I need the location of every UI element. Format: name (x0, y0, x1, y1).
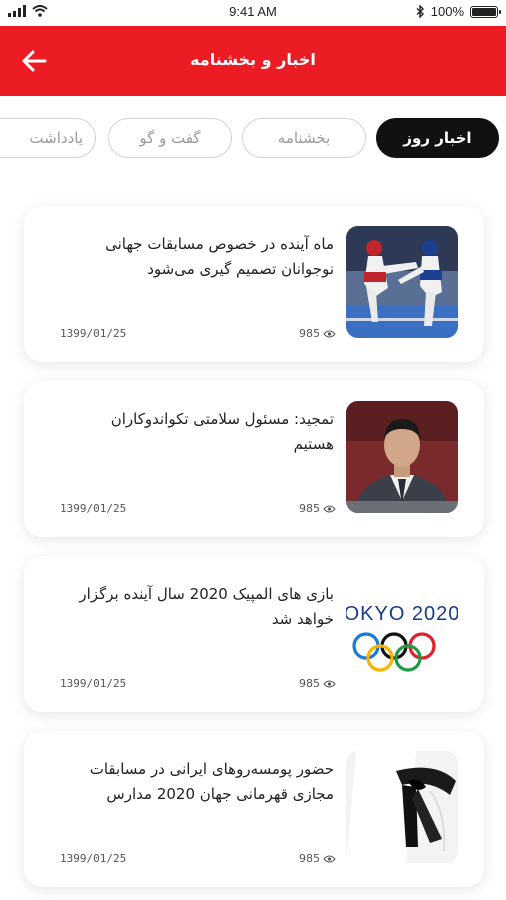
view-count: 985 (299, 677, 336, 690)
news-card[interactable]: تمجید: مسئول سلامتی تکواندوکاران هستیم 9… (24, 381, 484, 537)
status-bar: 9:41 AM 100% (0, 0, 506, 26)
status-right: 100% (416, 4, 501, 19)
view-count-value: 985 (299, 852, 320, 865)
eye-icon (323, 505, 336, 512)
bluetooth-icon (416, 5, 424, 18)
eye-icon (323, 855, 336, 862)
olympics-logo-image: OKYO 2020 (346, 603, 458, 672)
news-thumbnail: OKYO 2020 (346, 576, 458, 688)
tab-circulars[interactable]: بخشنامه (242, 118, 366, 158)
view-count: 985 (299, 327, 336, 340)
tab-notes[interactable]: یادداشت (0, 118, 96, 158)
view-count-value: 985 (299, 327, 320, 340)
page-title: اخبار و بخشنامه (190, 50, 316, 69)
eye-icon (323, 330, 336, 337)
app-header: اخبار و بخشنامه (0, 26, 506, 96)
news-date: 1399/01/25 (60, 327, 127, 340)
man-portrait-image (346, 401, 458, 513)
view-count-value: 985 (299, 502, 320, 515)
news-card[interactable]: حضور پومسه‌روهای ایرانی در مسابقات مجازی… (24, 731, 484, 887)
news-date: 1399/01/25 (60, 677, 127, 690)
tokyo-2020-logo-text: OKYO 2020 (346, 603, 458, 625)
news-title: تمجید: مسئول سلامتی تکواندوکاران هستیم (110, 410, 334, 453)
category-tabs: اخبار روز بخشنامه گفت و گو یادداشت (0, 96, 506, 180)
taekwondo-kick-image (346, 226, 458, 338)
eye-icon (323, 680, 336, 687)
news-thumbnail (346, 401, 458, 513)
news-thumbnail (346, 226, 458, 338)
battery-percent: 100% (430, 4, 464, 19)
tab-daily-news[interactable]: اخبار روز (376, 118, 499, 158)
view-count: 985 (299, 502, 336, 515)
news-card[interactable]: OKYO 2020 بازی های المپیک 2020 سال آینده… (24, 556, 484, 712)
battery-icon (470, 5, 501, 18)
black-belt-image (346, 751, 458, 863)
view-count: 985 (299, 852, 336, 865)
tab-interviews[interactable]: گفت و گو (108, 118, 232, 158)
news-thumbnail (346, 751, 458, 863)
news-date: 1399/01/25 (60, 502, 127, 515)
news-title: حضور پومسه‌روهای ایرانی در مسابقات مجازی… (89, 760, 334, 803)
news-title: بازی های المپیک 2020 سال آینده برگزار خو… (79, 585, 334, 628)
news-title: ماه آینده در خصوص مسابقات جهانی نوجوانان… (105, 235, 334, 278)
view-count-value: 985 (299, 677, 320, 690)
news-date: 1399/01/25 (60, 852, 127, 865)
news-card[interactable]: ماه آینده در خصوص مسابقات جهانی نوجوانان… (24, 206, 484, 362)
